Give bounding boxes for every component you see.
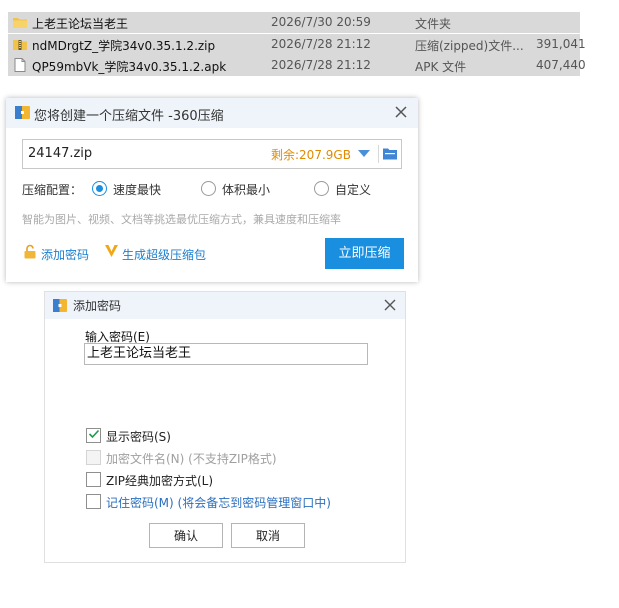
chevron-down-icon[interactable] [358,150,370,157]
file-row[interactable]: 上老王论坛当老王 2026/7/30 20:59 文件夹 [8,12,580,33]
compress-dialog: 您将创建一个压缩文件 -360压缩 24147.zip 剩余:207.9GB 压… [6,98,418,282]
compress-now-button[interactable]: 立即压缩 [325,238,404,269]
folder-icon [13,18,27,28]
password-dialog-title: 添加密码 [73,299,122,313]
file-size: 407,440 [536,58,586,72]
archive-filename: 24147.zip [28,146,93,161]
file-type: 压缩(zipped)文件... [415,39,524,53]
show-password-checkbox[interactable] [86,428,101,443]
compress-dialog-title: 您将创建一个压缩文件 -360压缩 [34,109,224,124]
archive-app-icon [53,299,67,312]
check-icon [88,429,100,439]
ok-button[interactable]: 确认 [149,523,223,548]
add-password-link[interactable]: 添加密码 [41,246,89,263]
file-icon [14,58,26,72]
file-name: QP59mbVk_学院34v0.35.1.2.apk [32,60,227,74]
option-fastest-label[interactable]: 速度最快 [113,181,161,198]
divider [378,145,379,163]
remember-password-label[interactable]: 记住密码(M) (将会备忘到密码管理窗口中) [106,494,331,511]
archive-app-icon [15,106,30,119]
radio-smallest[interactable] [201,181,216,196]
file-date: 2026/7/30 20:59 [271,15,371,29]
file-name: ndMDrgtZ_学院34v0.35.1.2.zip [32,39,216,53]
compress-dialog-titlebar[interactable]: 您将创建一个压缩文件 -360压缩 [6,98,418,128]
lock-icon[interactable] [23,244,37,259]
password-dialog-titlebar[interactable]: 添加密码 [45,292,405,319]
cancel-button[interactable]: 取消 [231,523,305,548]
encrypt-filename-checkbox [86,450,101,465]
radio-fastest[interactable] [92,181,107,196]
archive-path-input[interactable]: 24147.zip 剩余:207.9GB [22,139,402,169]
remember-password-checkbox[interactable] [86,494,101,509]
file-date: 2026/7/28 21:12 [271,37,371,51]
zip-classic-encryption-label[interactable]: ZIP经典加密方式(L) [106,472,213,489]
file-row[interactable]: ndMDrgtZ_学院34v0.35.1.2.zip 2026/7/28 21:… [8,34,586,55]
file-size: 391,041 [536,37,586,51]
super-archive-link[interactable]: 生成超级压缩包 [122,246,206,263]
show-password-label[interactable]: 显示密码(S) [106,428,171,445]
file-type: APK 文件 [415,60,467,74]
super-v-icon[interactable] [104,244,119,258]
encrypt-filename-label: 加密文件名(N) (不支持ZIP格式) [106,452,277,466]
password-dialog: 添加密码 输入密码(E) 上老王论坛当老王 显示密码(S) 加密文件名(N) (… [44,291,406,563]
config-label: 压缩配置： [22,183,83,197]
zip-icon [13,40,27,50]
file-type: 文件夹 [415,17,452,31]
close-icon[interactable] [383,298,397,312]
option-smallest-label[interactable]: 体积最小 [222,181,270,198]
file-row[interactable]: QP59mbVk_学院34v0.35.1.2.apk 2026/7/28 21:… [8,55,586,76]
file-name: 上老王论坛当老王 [32,17,129,31]
browse-folder-icon[interactable] [383,147,397,160]
compress-hint: 智能为图片、视频、文档等挑选最优压缩方式，兼具速度和压缩率 [22,213,341,226]
password-input[interactable]: 上老王论坛当老王 [84,343,368,365]
free-space: 剩余:207.9GB [271,148,351,162]
radio-custom[interactable] [314,181,329,196]
close-icon[interactable] [393,104,409,120]
zip-classic-encryption-checkbox[interactable] [86,472,101,487]
option-custom-label[interactable]: 自定义 [335,181,371,198]
file-date: 2026/7/28 21:12 [271,58,371,72]
